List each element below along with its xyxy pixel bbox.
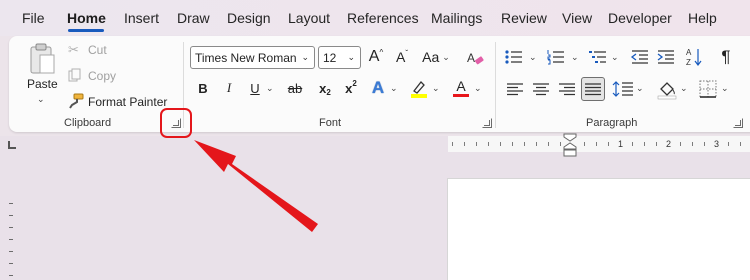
ruler-tick — [548, 142, 549, 146]
ruler-tick — [476, 142, 477, 146]
ruler-tick — [584, 142, 585, 146]
ruler-tick — [728, 142, 729, 146]
annotation-arrow-icon — [194, 140, 318, 232]
ruler-tick — [632, 142, 633, 146]
ruler-tick — [512, 142, 513, 146]
ruler-tick — [452, 142, 453, 146]
ruler-tick — [488, 142, 489, 146]
ruler-tick — [656, 142, 657, 146]
ruler-tick — [596, 142, 597, 146]
vertical-ruler-tick — [9, 251, 13, 252]
ruler-tick — [680, 142, 681, 146]
vertical-ruler-tick — [9, 275, 13, 276]
vertical-ruler-tick — [9, 239, 13, 240]
ruler-tick — [500, 142, 501, 146]
ruler-tick — [536, 142, 537, 146]
ruler-tick — [560, 142, 561, 146]
ruler-tick — [608, 142, 609, 146]
ruler-tick — [692, 142, 693, 146]
ruler-tick — [740, 142, 741, 146]
ruler-tick — [464, 142, 465, 146]
vertical-ruler-tick — [9, 227, 13, 228]
vertical-ruler-tick — [9, 203, 13, 204]
ruler-tick — [644, 142, 645, 146]
vertical-ruler-tick — [9, 263, 13, 264]
ruler-tick — [524, 142, 525, 146]
ruler-tick — [704, 142, 705, 146]
vertical-ruler-tick — [9, 215, 13, 216]
